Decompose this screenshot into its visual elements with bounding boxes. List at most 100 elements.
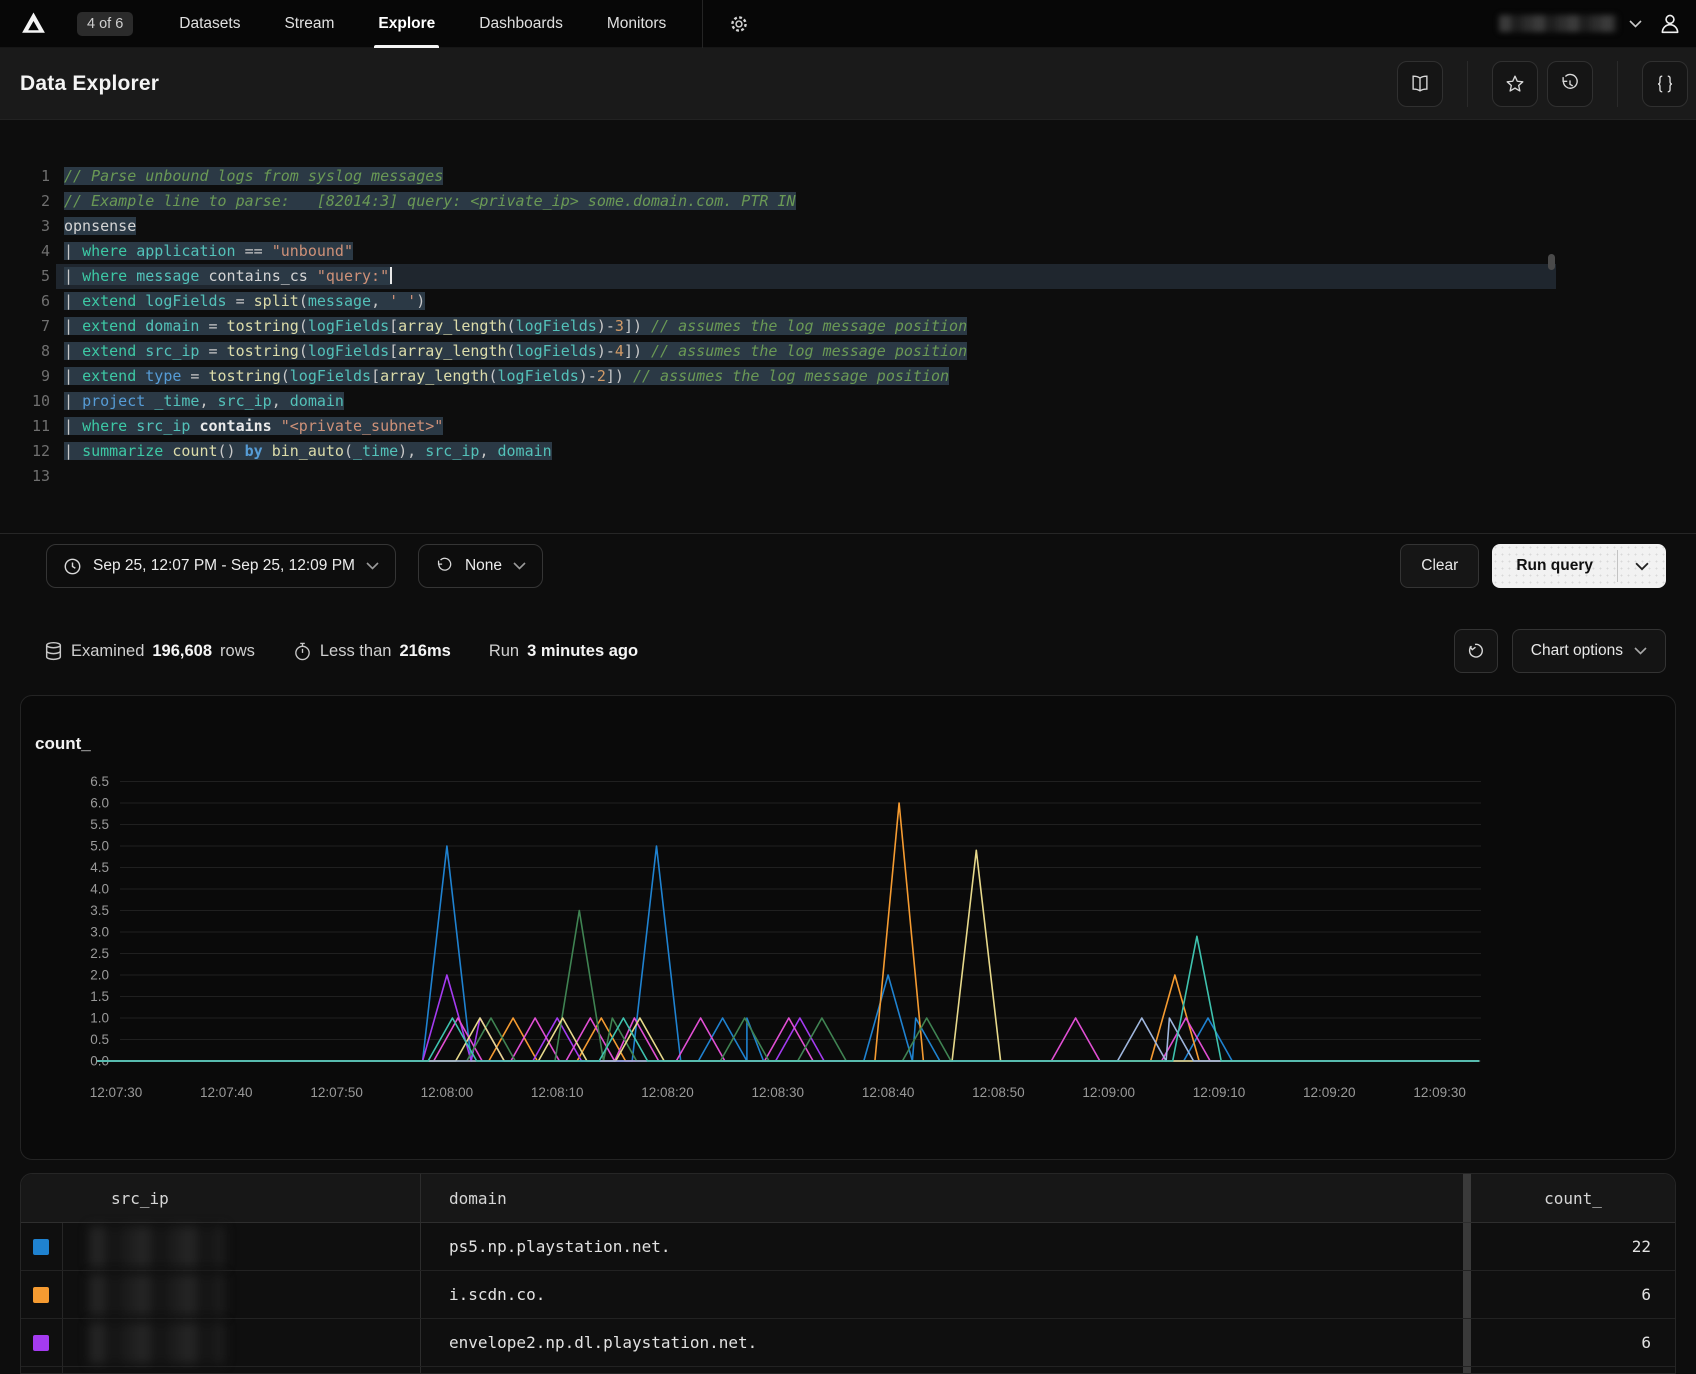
nav-tabs: DatasetsStreamExploreDashboardsMonitors (157, 0, 688, 48)
stopwatch-icon (293, 641, 312, 662)
table-scrollbar-strip[interactable] (1463, 1223, 1471, 1270)
svg-text:12:09:20: 12:09:20 (1303, 1085, 1356, 1100)
svg-text:12:08:50: 12:08:50 (972, 1085, 1025, 1100)
examined-rows-stat: Examined 196,608 rows (44, 641, 255, 662)
line-number: 12 (20, 439, 50, 464)
svg-text:3.5: 3.5 (90, 903, 109, 918)
svg-text:12:07:30: 12:07:30 (90, 1085, 143, 1100)
chart-options-button[interactable]: Chart options (1512, 629, 1666, 673)
series-swatch-cell (21, 1367, 63, 1374)
axiom-logo-icon[interactable] (20, 10, 47, 37)
chart-series (97, 850, 1479, 1061)
svg-text:12:08:30: 12:08:30 (752, 1085, 805, 1100)
tab-explore[interactable]: Explore (356, 0, 457, 48)
code-line-3[interactable]: 3opnsense (0, 214, 1696, 239)
time-compare-icon (435, 557, 454, 576)
count-cell: 6 (1471, 1271, 1675, 1318)
series-color-swatch (33, 1239, 49, 1255)
table-row[interactable]: ps5.np.playstation.net.22 (21, 1223, 1675, 1271)
line-number: 10 (20, 389, 50, 414)
domain-cell: i.scdn.co. (421, 1271, 1463, 1318)
code-area[interactable]: 1// Parse unbound logs from syslog messa… (0, 120, 1696, 489)
editor-scrollbar[interactable] (1548, 254, 1555, 270)
svg-text:1.0: 1.0 (90, 1011, 109, 1026)
table-row[interactable]: i.scdn.co.6 (21, 1271, 1675, 1319)
book-open-icon (1409, 73, 1431, 95)
settings-gear-icon[interactable] (721, 6, 757, 42)
src-ip-redacted (89, 1226, 225, 1268)
tab-stream[interactable]: Stream (262, 0, 356, 48)
code-line-2[interactable]: 2// Example line to parse: [82014:3] que… (0, 189, 1696, 214)
account-menu[interactable] (1499, 15, 1642, 32)
tab-datasets[interactable]: Datasets (157, 0, 262, 48)
series-swatch-cell (21, 1271, 63, 1318)
line-number: 9 (20, 364, 50, 389)
src-ip-cell (63, 1367, 421, 1374)
docs-button[interactable] (1397, 61, 1443, 107)
query-duration-stat: Less than 216ms (293, 641, 451, 662)
table-scrollbar-strip[interactable] (1463, 1319, 1471, 1366)
series-swatch-cell (21, 1223, 63, 1270)
star-icon (1504, 73, 1526, 95)
code-line-9[interactable]: 9| extend type = tostring(logFields[arra… (0, 364, 1696, 389)
table-row[interactable] (21, 1367, 1675, 1374)
line-number: 6 (20, 289, 50, 314)
count-cell: 22 (1471, 1223, 1675, 1270)
run-query-split-button: Run query (1492, 544, 1666, 588)
code-line-12[interactable]: 12| summarize count() by bin_auto(_time)… (0, 439, 1696, 464)
table-row[interactable]: envelope2.np.dl.playstation.net.6 (21, 1319, 1675, 1367)
count-cell (1471, 1367, 1675, 1374)
api-braces-button[interactable] (1642, 61, 1688, 107)
src-ip-cell (63, 1223, 421, 1270)
column-header-count[interactable]: count_ (1471, 1174, 1675, 1222)
compare-label: None (465, 557, 502, 575)
svg-text:12:07:40: 12:07:40 (200, 1085, 253, 1100)
column-header-domain[interactable]: domain (421, 1174, 1463, 1222)
chart-panel: count_ 0.00.51.01.52.02.53.03.54.04.55.0… (20, 695, 1676, 1160)
svg-text:2.5: 2.5 (90, 946, 109, 961)
user-profile-icon[interactable] (1658, 12, 1682, 36)
query-editor[interactable]: 1// Parse unbound logs from syslog messa… (0, 120, 1696, 588)
refresh-button[interactable] (1454, 629, 1498, 673)
svg-text:12:08:00: 12:08:00 (421, 1085, 474, 1100)
code-line-5[interactable]: 5| where message contains_cs "query:" (0, 264, 1696, 289)
table-scrollbar-strip[interactable] (1463, 1174, 1471, 1222)
run-query-button[interactable]: Run query (1492, 544, 1617, 588)
svg-text:0.5: 0.5 (90, 1032, 109, 1047)
tab-monitors[interactable]: Monitors (585, 0, 688, 48)
query-history-button[interactable] (1547, 61, 1593, 107)
chart-title: count_ (35, 734, 91, 754)
page-header: Data Explorer (0, 48, 1696, 120)
query-stats-row: Examined 196,608 rows Less than 216ms Ru… (44, 629, 1666, 673)
code-line-13[interactable]: 13 (0, 464, 1696, 489)
code-line-8[interactable]: 8| extend src_ip = tostring(logFields[ar… (0, 339, 1696, 364)
clear-button[interactable]: Clear (1400, 544, 1479, 588)
code-line-1[interactable]: 1// Parse unbound logs from syslog messa… (0, 164, 1696, 189)
table-scrollbar-strip[interactable] (1463, 1367, 1471, 1374)
header-divider (1467, 61, 1468, 107)
column-header-src-ip[interactable]: src_ip (63, 1174, 421, 1222)
star-button[interactable] (1492, 61, 1538, 107)
account-name-redacted (1499, 15, 1617, 32)
compare-picker[interactable]: None (418, 544, 543, 588)
svg-text:12:07:50: 12:07:50 (310, 1085, 363, 1100)
code-line-7[interactable]: 7| extend domain = tostring(logFields[ar… (0, 314, 1696, 339)
run-options-button[interactable] (1618, 544, 1666, 588)
code-line-4[interactable]: 4| where application == "unbound" (0, 239, 1696, 264)
code-line-10[interactable]: 10| project _time, src_ip, domain (0, 389, 1696, 414)
code-line-11[interactable]: 11| where src_ip contains "<private_subn… (0, 414, 1696, 439)
table-header-row: src_ipdomaincount_ (21, 1174, 1675, 1223)
header-swatch-spacer (21, 1174, 63, 1222)
code-line-6[interactable]: 6| extend logFields = split(message, ' '… (0, 289, 1696, 314)
editor-toolbar: Sep 25, 12:07 PM - Sep 25, 12:09 PM None… (0, 533, 1696, 588)
tab-dashboards[interactable]: Dashboards (457, 0, 585, 48)
svg-text:4.5: 4.5 (90, 860, 109, 875)
last-run-stat: Run 3 minutes ago (489, 642, 638, 661)
timeseries-chart[interactable]: 0.00.51.01.52.02.53.03.54.04.55.05.56.06… (21, 696, 1675, 1159)
line-number: 5 (20, 264, 50, 289)
results-table: src_ipdomaincount_ps5.np.playstation.net… (20, 1173, 1676, 1374)
time-range-picker[interactable]: Sep 25, 12:07 PM - Sep 25, 12:09 PM (46, 544, 396, 588)
svg-text:12:08:20: 12:08:20 (641, 1085, 694, 1100)
chevron-down-icon (1635, 562, 1649, 571)
table-scrollbar-strip[interactable] (1463, 1271, 1471, 1318)
